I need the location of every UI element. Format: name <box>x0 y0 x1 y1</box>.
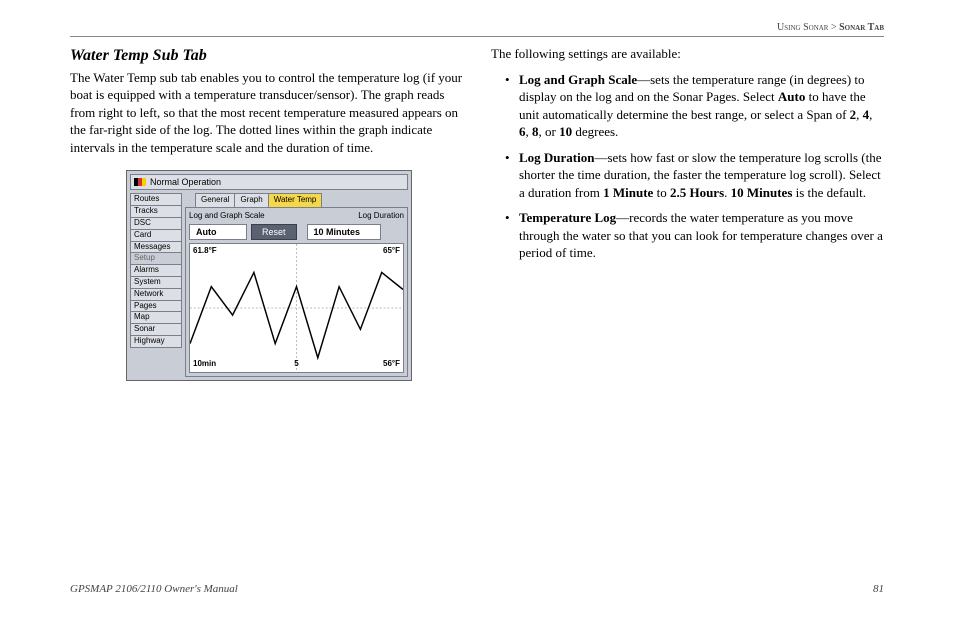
chart-duration: 10min <box>193 359 216 370</box>
setting-log-duration: Log Duration—sets how fast or slow the t… <box>505 149 884 202</box>
tab-general[interactable]: General <box>195 193 235 207</box>
page-number: 81 <box>873 583 884 595</box>
term: Log and Graph Scale <box>519 72 637 87</box>
right-column: The following settings are available: Lo… <box>491 45 884 381</box>
settings-list: Log and Graph Scale—sets the temperature… <box>505 71 884 262</box>
breadcrumb-section: Using Sonar <box>777 22 828 33</box>
settings-lead: The following settings are available: <box>491 45 884 63</box>
duration-value[interactable]: 10 Minutes <box>307 224 381 240</box>
flag-icon <box>134 178 146 186</box>
chart-mid-tick: 5 <box>294 359 298 370</box>
text: , or <box>539 124 560 139</box>
tab-bar: GeneralGraphWater Temp <box>195 193 408 207</box>
text: , <box>869 107 872 122</box>
val: 2.5 Hours <box>670 185 724 200</box>
auto: Auto <box>778 89 805 104</box>
val: 1 Minute <box>603 185 653 200</box>
dash: — <box>637 72 650 87</box>
dash: — <box>594 150 607 165</box>
setting-temperature-log: Temperature Log—records the water temper… <box>505 209 884 262</box>
val: 10 Minutes <box>731 185 793 200</box>
page-title: Water Temp Sub Tab <box>70 45 463 67</box>
setting-log-graph-scale: Log and Graph Scale—sets the temperature… <box>505 71 884 141</box>
scale-label: Log and Graph Scale <box>189 211 265 222</box>
chart-current-temp: 61.8°F <box>193 246 217 257</box>
sidebar: RoutesTracksDSCCardMessagesSetupAlarmsSy… <box>130 193 182 377</box>
reset-button[interactable]: Reset <box>251 224 297 240</box>
text: to <box>653 185 670 200</box>
settings-panel: Log and Graph Scale Log Duration Auto Re… <box>185 207 408 377</box>
rule <box>70 36 884 37</box>
chart-max-temp: 65°F <box>383 246 400 257</box>
intro-paragraph: The Water Temp sub tab enables you to co… <box>70 69 463 157</box>
text: is the default. <box>792 185 866 200</box>
page-footer: GPSMAP 2106/2110 Owner's Manual 81 <box>70 583 884 595</box>
sidebar-item-highway[interactable]: Highway <box>130 335 182 348</box>
term: Log Duration <box>519 150 594 165</box>
manual-title: GPSMAP 2106/2110 Owner's Manual <box>70 583 238 595</box>
temperature-chart: 61.8°F 65°F 10min 5 56°F <box>189 243 404 373</box>
chart-min-temp: 56°F <box>383 359 400 370</box>
chart-line-icon <box>190 244 403 372</box>
term: Temperature Log <box>519 210 616 225</box>
duration-label: Log Duration <box>358 211 404 222</box>
text: degrees. <box>572 124 618 139</box>
breadcrumb: Using Sonar > Sonar Tab <box>777 22 884 33</box>
left-column: Water Temp Sub Tab The Water Temp sub ta… <box>70 45 463 381</box>
tab-graph[interactable]: Graph <box>234 193 268 207</box>
tab-water-temp[interactable]: Water Temp <box>268 193 323 207</box>
val: 10 <box>559 124 572 139</box>
breadcrumb-sep: > <box>828 22 839 33</box>
device-screenshot: Normal Operation RoutesTracksDSCCardMess… <box>126 170 412 381</box>
scale-value[interactable]: Auto <box>189 224 247 240</box>
dash: — <box>616 210 629 225</box>
breadcrumb-page: Sonar Tab <box>839 22 884 33</box>
titlebar-text: Normal Operation <box>150 176 221 188</box>
titlebar: Normal Operation <box>130 174 408 190</box>
